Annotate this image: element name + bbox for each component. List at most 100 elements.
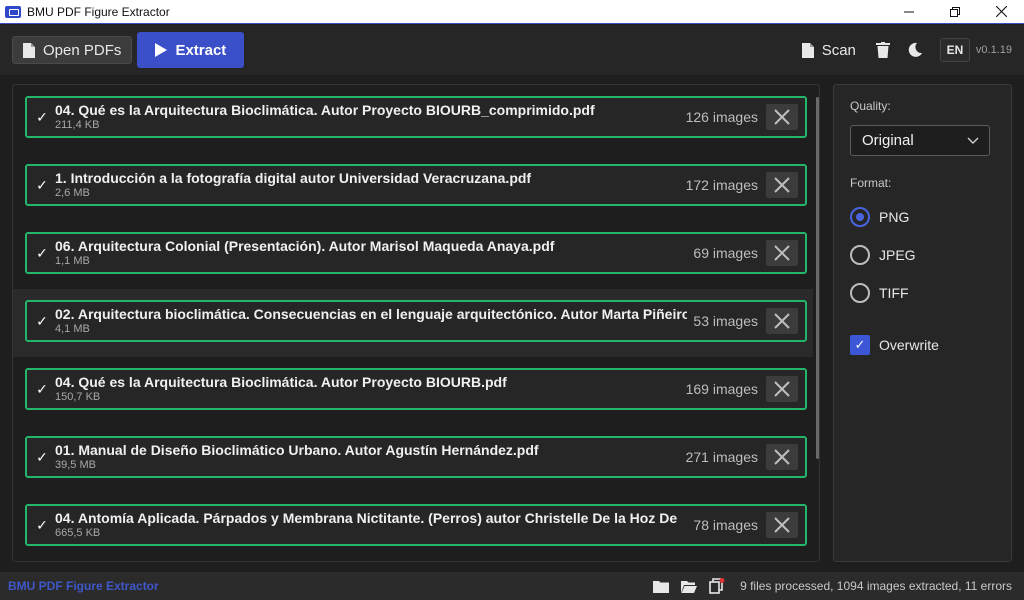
format-option-label: PNG xyxy=(879,209,910,225)
extract-button[interactable]: Extract xyxy=(137,32,245,68)
overwrite-checkbox[interactable]: ✓ xyxy=(850,335,870,355)
close-icon xyxy=(774,517,790,533)
check-icon: ✓ xyxy=(36,176,48,193)
open-pdfs-button[interactable]: Open PDFs xyxy=(12,36,133,64)
file-info: 1. Introducción a la fotografía digital … xyxy=(55,170,680,200)
close-icon xyxy=(774,245,790,261)
file-name: 04. Qué es la Arquitectura Bioclimática.… xyxy=(55,102,595,118)
maximize-button[interactable] xyxy=(932,0,978,24)
list-item[interactable]: ✓ 04. Qué es la Arquitectura Bioclimátic… xyxy=(13,85,813,153)
file-name: 04. Antomía Aplicada. Párpados y Membran… xyxy=(55,510,678,526)
status-summary: 9 files processed, 1094 images extracted… xyxy=(740,579,1012,593)
file-name: 01. Manual de Diseño Bioclimático Urbano… xyxy=(55,442,539,458)
overwrite-option[interactable]: ✓ Overwrite xyxy=(850,326,995,364)
radio-button[interactable] xyxy=(850,245,870,265)
file-info: 04. Qué es la Arquitectura Bioclimática.… xyxy=(55,102,680,132)
open-pdfs-label: Open PDFs xyxy=(43,41,122,59)
file-size: 2,6 MB xyxy=(55,187,90,199)
check-icon: ✓ xyxy=(36,108,48,125)
app-icon xyxy=(5,5,21,18)
copy-log-button[interactable] xyxy=(708,578,726,594)
check-icon: ✓ xyxy=(36,516,48,533)
file-list[interactable]: ✓ 04. Qué es la Arquitectura Bioclimátic… xyxy=(13,85,813,561)
format-label: Format: xyxy=(850,176,892,190)
radio-button[interactable] xyxy=(850,283,870,303)
close-icon xyxy=(774,109,790,125)
list-item[interactable]: ✓ 04. Qué es la Arquitectura Bioclimátic… xyxy=(13,357,813,425)
remove-file-button[interactable] xyxy=(766,240,798,266)
file-info: 04. Qué es la Arquitectura Bioclimática.… xyxy=(55,374,680,404)
format-option-jpeg[interactable]: JPEG xyxy=(850,236,995,274)
window-title: BMU PDF Figure Extractor xyxy=(27,4,170,19)
close-icon xyxy=(774,177,790,193)
status-actions: 9 files processed, 1094 images extracted… xyxy=(652,578,1012,594)
file-list-panel: ✓ 04. Qué es la Arquitectura Bioclimátic… xyxy=(12,84,820,562)
open-folder-button[interactable] xyxy=(652,578,670,594)
file-size: 150,7 KB xyxy=(55,391,101,403)
list-item[interactable]: ✓ 01. Manual de Diseño Bioclimático Urba… xyxy=(13,425,813,493)
file-info: 06. Arquitectura Colonial (Presentación)… xyxy=(55,238,687,268)
list-item[interactable]: ✓ 06. Arquitectura Colonial (Presentació… xyxy=(13,221,813,289)
list-item[interactable]: ✓ 1. Introducción a la fotografía digita… xyxy=(13,153,813,221)
clear-button[interactable] xyxy=(872,39,894,61)
file-info: 02. Arquitectura bioclimática. Consecuen… xyxy=(55,306,687,336)
list-item[interactable]: ✓ 02. Arquitectura bioclimática. Consecu… xyxy=(13,289,813,357)
file-size: 39,5 MB xyxy=(55,459,96,471)
file-card: ✓ 04. Qué es la Arquitectura Bioclimátic… xyxy=(25,96,807,138)
file-card: ✓ 06. Arquitectura Colonial (Presentació… xyxy=(25,232,807,274)
remove-file-button[interactable] xyxy=(766,376,798,402)
list-scrollbar[interactable] xyxy=(816,97,819,459)
file-info: 01. Manual de Diseño Bioclimático Urbano… xyxy=(55,442,680,472)
image-count: 271 images xyxy=(685,449,758,465)
image-count: 169 images xyxy=(685,381,758,397)
remove-file-button[interactable] xyxy=(766,308,798,334)
file-name: 1. Introducción a la fotografía digital … xyxy=(55,170,532,186)
close-icon xyxy=(774,381,790,397)
title-bar: BMU PDF Figure Extractor xyxy=(0,0,1024,24)
scan-button[interactable]: Scan xyxy=(801,42,856,59)
close-icon xyxy=(774,313,790,329)
remove-file-button[interactable] xyxy=(766,172,798,198)
format-option-png[interactable]: PNG xyxy=(850,198,995,236)
radio-button[interactable] xyxy=(850,207,870,227)
image-count: 69 images xyxy=(693,245,758,261)
folder-icon xyxy=(653,580,670,593)
restore-icon xyxy=(950,6,960,17)
close-button[interactable] xyxy=(978,0,1024,24)
toolbar-right: Scan EN v0.1.19 xyxy=(801,38,1012,62)
minimize-button[interactable] xyxy=(886,0,932,24)
file-card: ✓ 04. Antomía Aplicada. Párpados y Membr… xyxy=(25,504,807,546)
close-icon xyxy=(774,449,790,465)
status-app-name: BMU PDF Figure Extractor xyxy=(8,579,159,593)
format-option-tiff[interactable]: TIFF xyxy=(850,274,995,312)
image-count: 126 images xyxy=(685,109,758,125)
quality-label: Quality: xyxy=(850,99,891,113)
play-icon xyxy=(155,43,168,57)
open-output-folder-button[interactable] xyxy=(680,578,698,594)
folder-open-icon xyxy=(681,580,698,593)
file-info: 04. Antomía Aplicada. Párpados y Membran… xyxy=(55,510,687,540)
remove-file-button[interactable] xyxy=(766,512,798,538)
extract-label: Extract xyxy=(175,41,227,59)
check-icon: ✓ xyxy=(36,244,48,261)
file-name: 04. Qué es la Arquitectura Bioclimática.… xyxy=(55,374,507,390)
file-card: ✓ 01. Manual de Diseño Bioclimático Urba… xyxy=(25,436,807,478)
remove-file-button[interactable] xyxy=(766,104,798,130)
file-icon xyxy=(23,42,35,58)
file-size: 211,4 KB xyxy=(55,119,100,131)
file-size: 4,1 MB xyxy=(55,323,90,335)
language-button[interactable]: EN xyxy=(939,38,970,62)
image-count: 78 images xyxy=(693,517,758,533)
list-item[interactable]: ✓ 04. Antomía Aplicada. Párpados y Membr… xyxy=(13,493,813,561)
quality-select[interactable]: Original xyxy=(850,125,990,156)
format-option-label: JPEG xyxy=(879,247,916,263)
format-option-label: TIFF xyxy=(879,285,909,301)
file-card: ✓ 04. Qué es la Arquitectura Bioclimátic… xyxy=(25,368,807,410)
overwrite-label: Overwrite xyxy=(879,337,939,353)
theme-toggle-button[interactable] xyxy=(904,39,926,61)
trash-icon xyxy=(875,42,890,58)
close-icon xyxy=(995,6,1007,17)
settings-panel: Quality: Original Format: PNG JPEG TIFF … xyxy=(833,84,1012,562)
remove-file-button[interactable] xyxy=(766,444,798,470)
check-icon: ✓ xyxy=(36,448,48,465)
